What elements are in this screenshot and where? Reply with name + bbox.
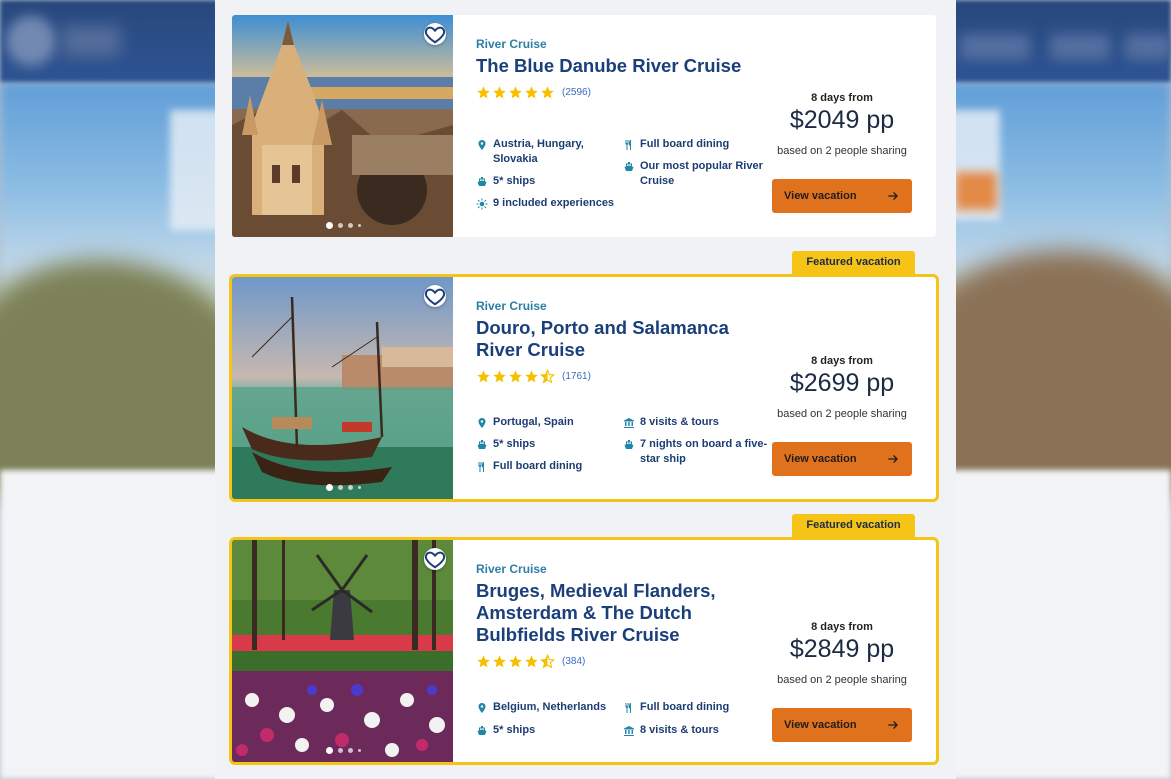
feature-item: Belgium, Netherlands	[476, 700, 624, 715]
star-icon	[477, 86, 490, 99]
price: $2699 pp	[789, 369, 895, 397]
category-label: River Cruise	[476, 299, 547, 313]
ship-icon	[477, 726, 487, 735]
star-icon	[541, 86, 554, 99]
star-icon	[509, 370, 522, 383]
vacation-title[interactable]: Bruges, Medieval Flanders, Amsterdam & T…	[476, 580, 776, 646]
heart-icon	[424, 26, 446, 44]
ship-icon	[624, 440, 634, 449]
feature-item: Full board dining	[623, 137, 771, 152]
tulip-garden-photo	[232, 540, 453, 762]
view-vacation-button[interactable]: View vacation	[772, 179, 912, 213]
heart-icon	[424, 288, 446, 306]
star-rating: (2596)	[476, 85, 776, 100]
feature-item: 8 visits & tours	[623, 415, 771, 430]
vacation-title[interactable]: Douro, Porto and Salamanca River Cruise	[476, 317, 776, 361]
star-icon	[493, 370, 506, 383]
star-icon	[509, 86, 522, 99]
view-vacation-button[interactable]: View vacation	[772, 708, 912, 742]
sharing-note: based on 2 people sharing	[777, 145, 907, 157]
duration-label: 8 days from	[811, 355, 873, 367]
price: $2849 pp	[789, 635, 895, 663]
feature-item: Austria, Hungary, Slovakia	[476, 137, 624, 167]
vacation-photo-budapest[interactable]	[232, 15, 453, 237]
star-rating: (1761)	[476, 369, 776, 384]
vacation-title[interactable]: The Blue Danube River Cruise	[476, 55, 776, 77]
carousel-dots[interactable]	[326, 747, 361, 754]
carousel-dots[interactable]	[326, 484, 361, 491]
heart-icon	[424, 551, 446, 569]
porto-photo	[232, 277, 453, 499]
price-summary: 8 days from $2049 pp based on 2 people s…	[772, 92, 912, 157]
duration-label: 8 days from	[811, 621, 873, 633]
half-star-icon	[540, 369, 555, 384]
price: $2049 pp	[789, 106, 895, 134]
vacation-card: River Cruise The Blue Danube River Cruis…	[232, 15, 936, 237]
star-icon	[509, 655, 522, 668]
category-label: River Cruise	[476, 37, 547, 51]
feature-item: 5* ships	[476, 174, 624, 189]
view-vacation-button[interactable]: View vacation	[772, 442, 912, 476]
star-icon	[493, 655, 506, 668]
dining-icon	[625, 140, 631, 150]
feature-item: Full board dining	[476, 459, 624, 474]
feature-item: Full board dining	[623, 700, 771, 715]
arrow-right-icon	[888, 455, 898, 463]
favorite-button[interactable]	[424, 23, 446, 45]
featured-badge: Featured vacation	[792, 251, 915, 274]
favorite-button[interactable]	[424, 548, 446, 570]
star-icon	[525, 86, 538, 99]
price-summary: 8 days from $2849 pp based on 2 people s…	[772, 621, 912, 686]
star-icon	[477, 370, 490, 383]
vacation-photo-keukenhof[interactable]	[232, 540, 453, 762]
category-label: River Cruise	[476, 562, 547, 576]
dining-icon	[478, 462, 484, 472]
star-icon	[477, 655, 490, 668]
review-count[interactable]: (384)	[562, 656, 585, 667]
dining-icon	[625, 703, 631, 713]
location-icon	[478, 703, 486, 713]
star-icon	[525, 370, 538, 383]
half-star-icon	[540, 654, 555, 669]
sharing-note: based on 2 people sharing	[777, 674, 907, 686]
museum-icon	[624, 418, 634, 428]
ship-icon	[477, 177, 487, 186]
ship-icon	[477, 440, 487, 449]
feature-item: 9 included experiences	[476, 196, 624, 211]
feature-item: 8 visits & tours	[623, 723, 771, 738]
review-count[interactable]: (2596)	[562, 87, 591, 98]
budapest-photo	[232, 15, 453, 237]
feature-item: Our most popular River Cruise	[623, 159, 771, 189]
arrow-right-icon	[888, 721, 898, 729]
arrow-right-icon	[888, 192, 898, 200]
location-icon	[478, 140, 486, 150]
vacation-card: River Cruise Douro, Porto and Salamanca …	[229, 274, 939, 502]
star-rating: (384)	[476, 654, 776, 669]
vacation-photo-porto[interactable]	[232, 277, 453, 499]
feature-item: 7 nights on board a five-star ship	[623, 437, 771, 467]
location-icon	[478, 418, 486, 428]
sun-icon	[476, 198, 488, 210]
star-icon	[525, 655, 538, 668]
feature-item: 5* ships	[476, 437, 624, 452]
vacation-card: River Cruise Bruges, Medieval Flanders, …	[229, 537, 939, 765]
museum-icon	[624, 726, 634, 736]
duration-label: 8 days from	[811, 92, 873, 104]
review-count[interactable]: (1761)	[562, 371, 591, 382]
featured-badge: Featured vacation	[792, 514, 915, 537]
carousel-dots[interactable]	[326, 222, 361, 229]
favorite-button[interactable]	[424, 285, 446, 307]
price-summary: 8 days from $2699 pp based on 2 people s…	[772, 355, 912, 420]
sharing-note: based on 2 people sharing	[777, 408, 907, 420]
ship-icon	[624, 162, 634, 171]
feature-item: 5* ships	[476, 723, 624, 738]
star-icon	[493, 86, 506, 99]
feature-item: Portugal, Spain	[476, 415, 624, 430]
